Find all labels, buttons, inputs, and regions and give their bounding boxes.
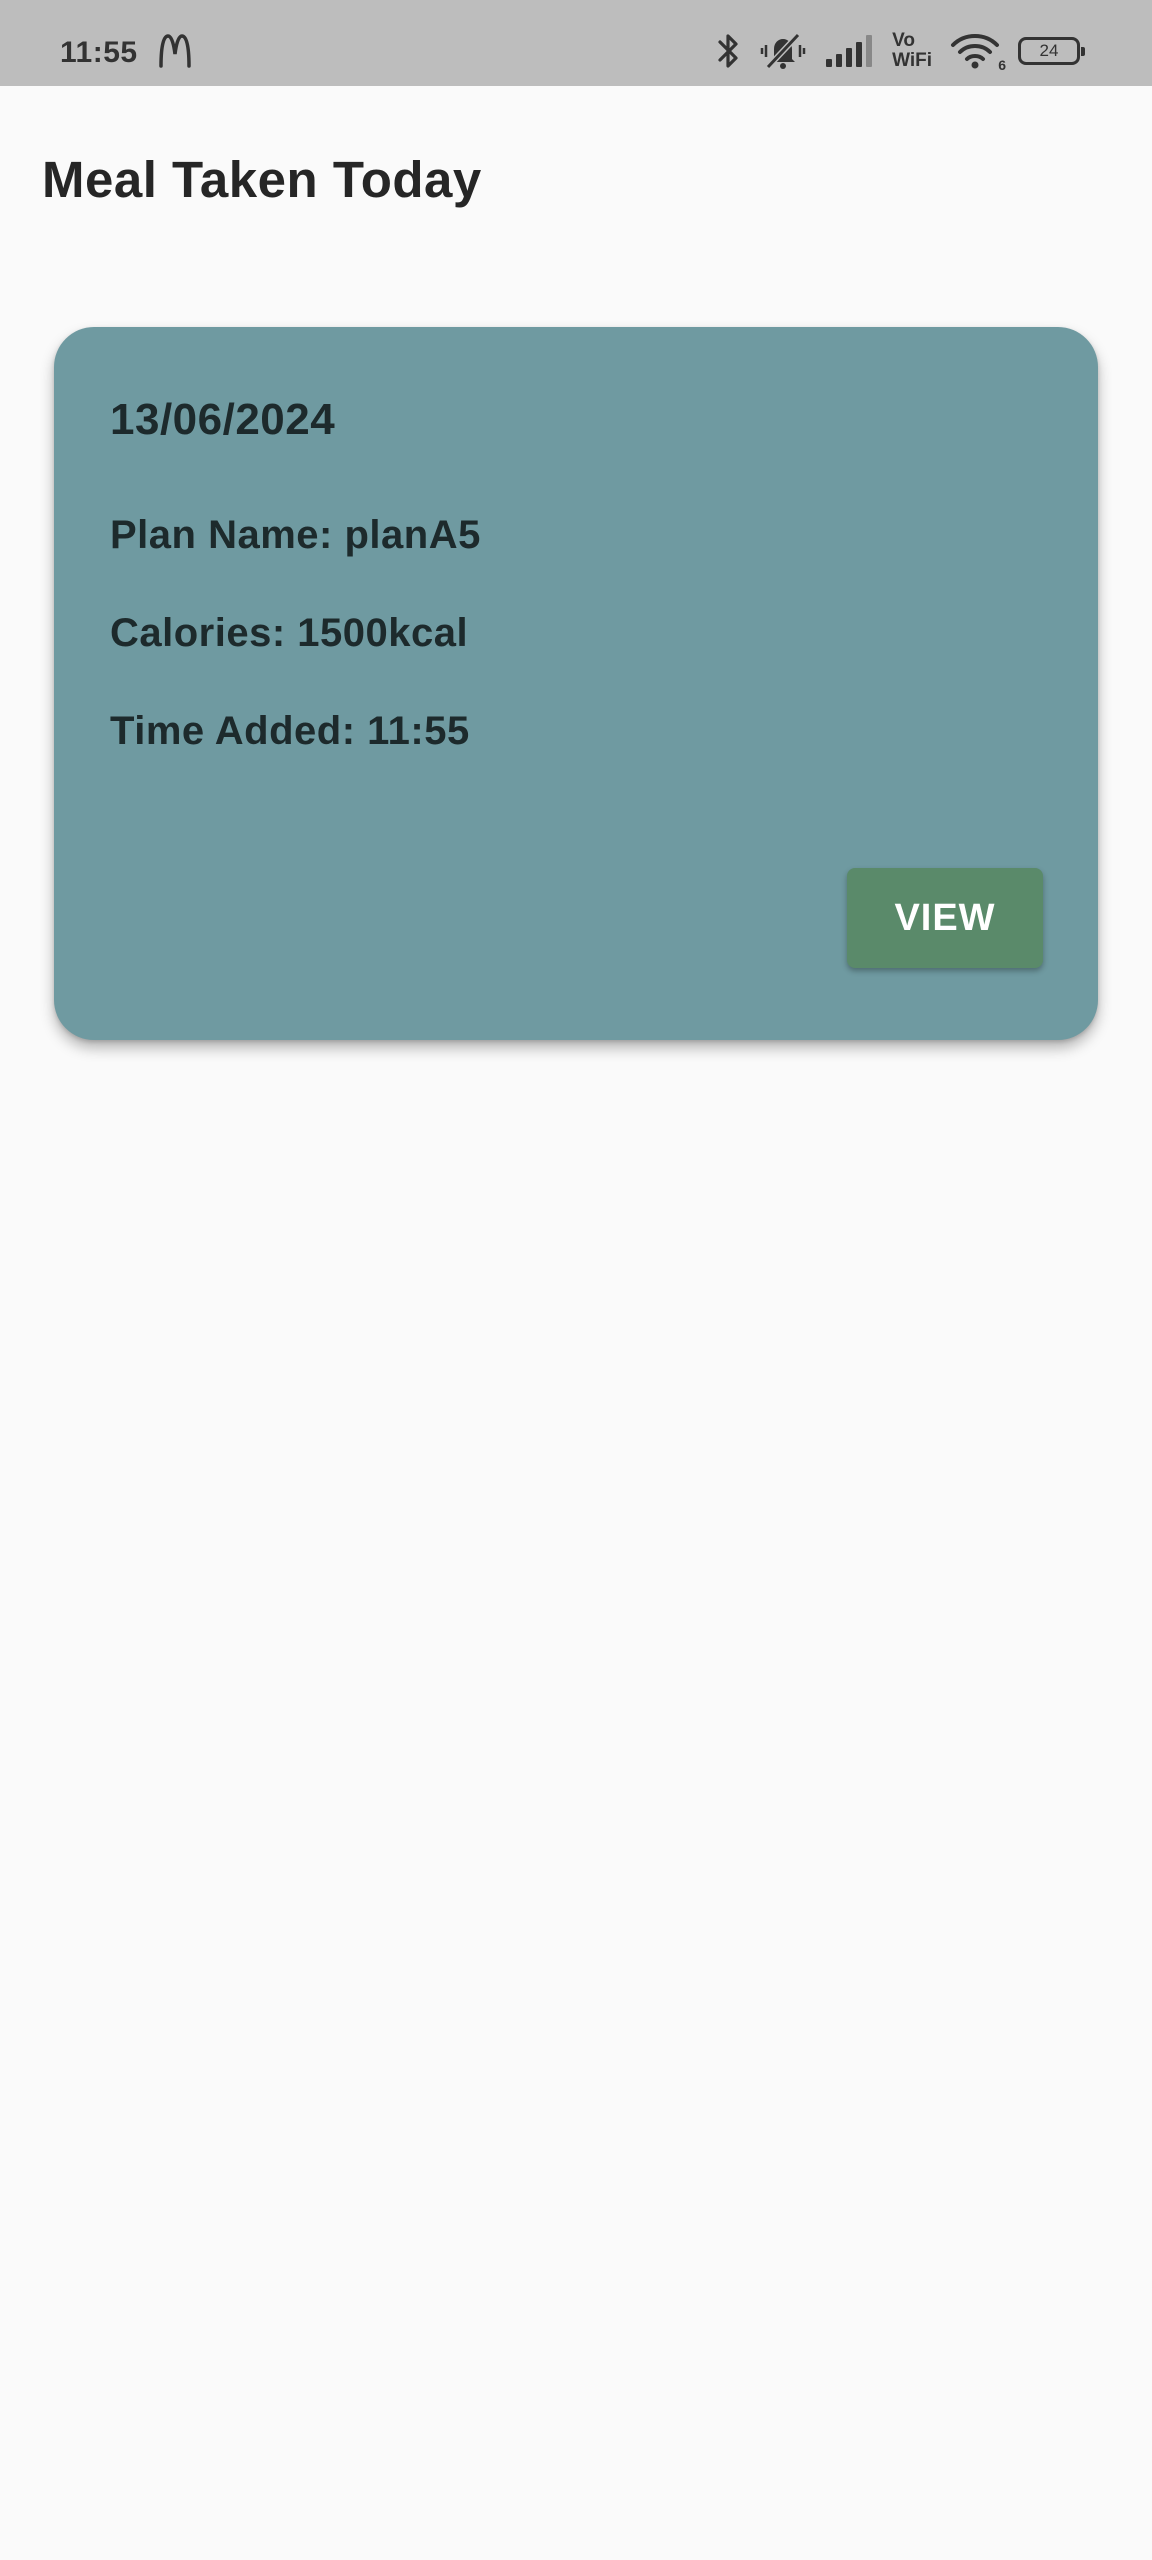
status-time: 11:55 bbox=[60, 36, 138, 69]
meal-date: 13/06/2024 bbox=[110, 395, 336, 444]
view-button[interactable]: VIEW bbox=[847, 868, 1043, 968]
status-icons: Vo WiFi 6 24 bbox=[716, 26, 1085, 76]
meal-calories: Calories: 1500kcal bbox=[110, 611, 469, 655]
meal-card: 13/06/2024 Plan Name: planA5 Calories: 1… bbox=[54, 327, 1098, 1040]
status-bar: 11:55 Vo WiFi 6 24 bbox=[0, 0, 1152, 86]
page-title: Meal Taken Today bbox=[42, 151, 482, 208]
battery-icon: 24 bbox=[1018, 37, 1085, 65]
meal-plan-name: Plan Name: planA5 bbox=[110, 513, 481, 557]
battery-level: 24 bbox=[1039, 41, 1059, 60]
vowifi-icon: Vo WiFi bbox=[892, 30, 932, 71]
mute-vibrate-icon bbox=[760, 31, 806, 71]
bluetooth-icon bbox=[716, 31, 742, 71]
mcdonalds-logo-icon bbox=[159, 34, 191, 68]
wifi-icon: 6 bbox=[950, 31, 1006, 73]
meal-time-added: Time Added: 11:55 bbox=[110, 709, 470, 753]
signal-icon bbox=[824, 33, 874, 69]
